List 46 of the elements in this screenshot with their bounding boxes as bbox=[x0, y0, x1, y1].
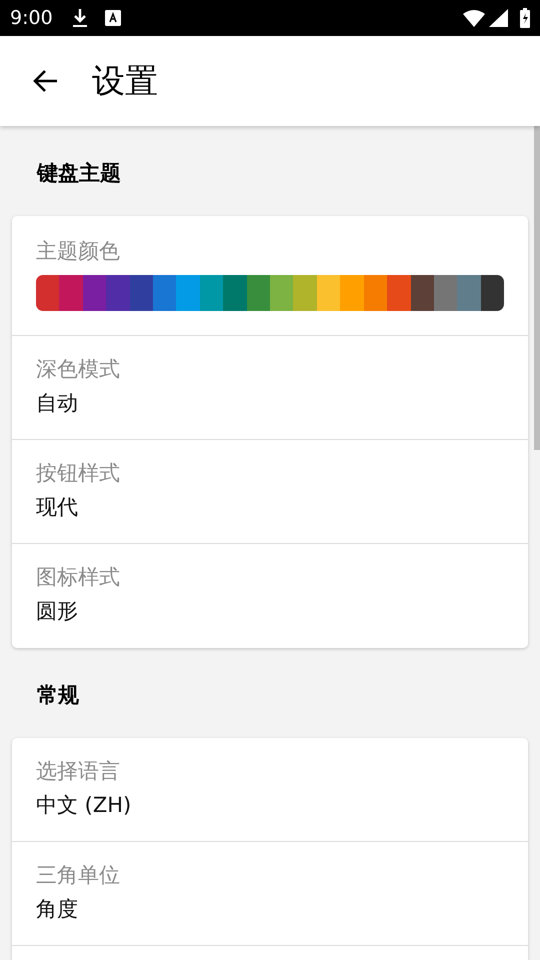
signal-icon bbox=[489, 9, 508, 27]
color-swatch[interactable] bbox=[293, 275, 317, 311]
battery-icon bbox=[520, 8, 530, 28]
page-title: 设置 bbox=[92, 60, 158, 102]
setting-label: 三角单位 bbox=[36, 862, 121, 889]
color-swatch[interactable] bbox=[82, 275, 106, 311]
color-swatch[interactable] bbox=[153, 275, 176, 311]
color-swatch[interactable] bbox=[340, 275, 364, 311]
setting-value: 自动 bbox=[36, 390, 79, 417]
section-header: 常规 bbox=[36, 682, 80, 709]
color-swatch[interactable] bbox=[223, 275, 247, 311]
color-swatch[interactable] bbox=[130, 275, 154, 311]
color-swatch[interactable] bbox=[200, 275, 224, 311]
setting-label: 选择语言 bbox=[36, 758, 121, 785]
setting-label: 图标样式 bbox=[36, 564, 121, 591]
color-swatch[interactable] bbox=[364, 275, 388, 311]
back-arrow-icon bbox=[32, 69, 58, 93]
setting-value: 圆形 bbox=[36, 598, 79, 625]
setting-label: 深色模式 bbox=[36, 356, 121, 383]
color-swatch[interactable] bbox=[36, 275, 60, 311]
color-swatch[interactable] bbox=[480, 275, 504, 311]
setting-label: 按钮样式 bbox=[36, 460, 121, 487]
setting-row[interactable]: 图标样式 圆形 bbox=[12, 544, 528, 648]
wifi-icon bbox=[463, 9, 485, 27]
color-swatch[interactable] bbox=[457, 275, 481, 311]
section-header: 键盘主题 bbox=[36, 160, 122, 187]
color-swatch[interactable] bbox=[270, 275, 294, 311]
color-swatch[interactable] bbox=[106, 275, 130, 311]
setting-value: 角度 bbox=[36, 896, 79, 923]
setting-label: 主题颜色 bbox=[36, 238, 121, 265]
download-icon bbox=[72, 8, 88, 28]
setting-row[interactable]: 深色模式 自动 bbox=[12, 336, 528, 440]
setting-row[interactable]: 三角单位 角度 bbox=[12, 842, 528, 946]
color-swatch[interactable] bbox=[410, 275, 434, 311]
color-swatch[interactable] bbox=[246, 275, 270, 311]
setting-value: 现代 bbox=[36, 494, 79, 521]
setting-row[interactable]: 按钮样式 现代 bbox=[12, 440, 528, 544]
setting-value: 中文 (ZH) bbox=[36, 792, 132, 819]
color-swatch[interactable] bbox=[387, 275, 410, 311]
keyboard-app-icon bbox=[104, 10, 121, 26]
color-swatch[interactable] bbox=[316, 275, 340, 311]
color-swatch[interactable] bbox=[434, 275, 458, 311]
color-swatch[interactable] bbox=[59, 275, 83, 311]
setting-row[interactable]: 选择语言 中文 (ZH) bbox=[12, 738, 528, 842]
color-swatch[interactable] bbox=[176, 275, 200, 311]
status-time: 9:00 bbox=[10, 6, 53, 31]
